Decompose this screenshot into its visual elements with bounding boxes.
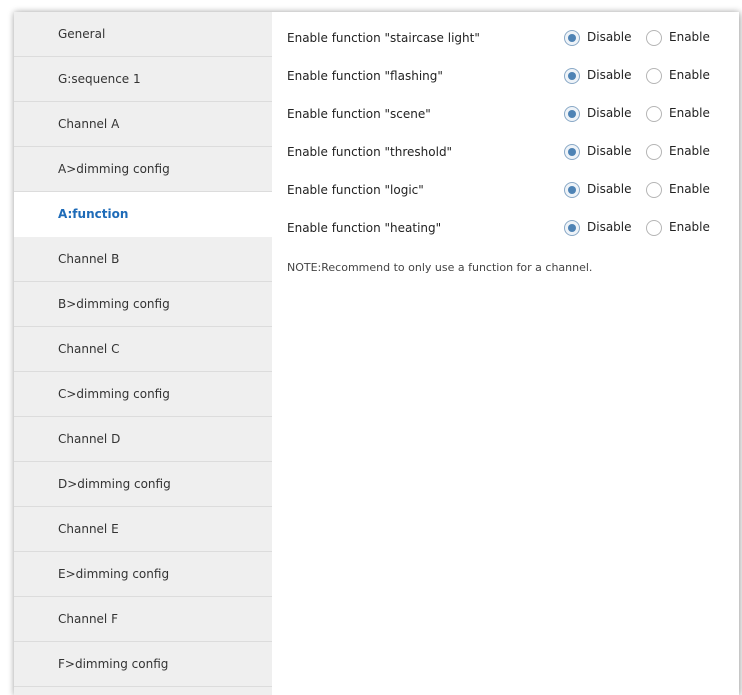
radio-unchecked-icon [646,106,662,122]
enable-radio[interactable]: Enable [646,141,714,165]
radio-unchecked-icon [646,30,662,46]
radio-label: Disable [587,68,632,82]
param-label: Enable function "scene" [287,107,431,121]
param-label: Enable function "staircase light" [287,31,480,45]
disable-radio[interactable]: Disable [564,27,644,51]
sidebar-item-channel-a[interactable]: Channel A [14,102,272,147]
sidebar-item-e-dimming-config[interactable]: E>dimming config [14,552,272,597]
radio-label: Enable [669,182,710,196]
param-row-flashing: Enable function "flashing" Disable Enabl… [272,65,739,89]
sidebar-item-b-dimming-config[interactable]: B>dimming config [14,282,272,327]
parameter-window: General G:sequence 1 Channel A A>dimming… [14,12,739,695]
radio-label: Enable [669,220,710,234]
sidebar: General G:sequence 1 Channel A A>dimming… [14,12,272,695]
sidebar-item-f-dimming-config[interactable]: F>dimming config [14,642,272,687]
enable-radio[interactable]: Enable [646,217,714,241]
param-row-heating: Enable function "heating" Disable Enable [272,217,739,241]
radio-checked-icon [564,220,580,236]
param-row-logic: Enable function "logic" Disable Enable [272,179,739,203]
sidebar-item-a-function[interactable]: A:function [14,192,272,237]
sidebar-item-g-sequence-1[interactable]: G:sequence 1 [14,57,272,102]
radio-label: Disable [587,30,632,44]
radio-label: Enable [669,106,710,120]
note-text: NOTE:Recommend to only use a function fo… [287,261,593,274]
radio-checked-icon [564,106,580,122]
disable-radio[interactable]: Disable [564,141,644,165]
radio-checked-icon [564,30,580,46]
enable-radio[interactable]: Enable [646,103,714,127]
sidebar-item-a-dimming-config[interactable]: A>dimming config [14,147,272,192]
sidebar-item-general[interactable]: General [14,12,272,57]
param-label: Enable function "threshold" [287,145,453,159]
radio-checked-icon [564,144,580,160]
disable-radio[interactable]: Disable [564,179,644,203]
param-row-scene: Enable function "scene" Disable Enable [272,103,739,127]
disable-radio[interactable]: Disable [564,65,644,89]
sidebar-item-channel-e[interactable]: Channel E [14,507,272,552]
radio-label: Disable [587,182,632,196]
parameter-panel: Enable function "staircase light" Disabl… [272,12,739,695]
radio-unchecked-icon [646,144,662,160]
radio-label: Enable [669,68,710,82]
param-label: Enable function "heating" [287,221,442,235]
radio-checked-icon [564,182,580,198]
disable-radio[interactable]: Disable [564,103,644,127]
param-row-threshold: Enable function "threshold" Disable Enab… [272,141,739,165]
sidebar-item-c-dimming-config[interactable]: C>dimming config [14,372,272,417]
sidebar-item-channel-d[interactable]: Channel D [14,417,272,462]
param-label: Enable function "flashing" [287,69,443,83]
radio-unchecked-icon [646,68,662,84]
sidebar-item-channel-b[interactable]: Channel B [14,237,272,282]
radio-unchecked-icon [646,220,662,236]
param-label: Enable function "logic" [287,183,424,197]
sidebar-item-d-dimming-config[interactable]: D>dimming config [14,462,272,507]
sidebar-item-channel-c[interactable]: Channel C [14,327,272,372]
sidebar-item-channel-f[interactable]: Channel F [14,597,272,642]
radio-unchecked-icon [646,182,662,198]
radio-label: Enable [669,144,710,158]
radio-checked-icon [564,68,580,84]
radio-label: Disable [587,144,632,158]
enable-radio[interactable]: Enable [646,65,714,89]
enable-radio[interactable]: Enable [646,179,714,203]
radio-label: Disable [587,106,632,120]
disable-radio[interactable]: Disable [564,217,644,241]
param-row-staircase-light: Enable function "staircase light" Disabl… [272,27,739,51]
enable-radio[interactable]: Enable [646,27,714,51]
radio-label: Enable [669,30,710,44]
radio-label: Disable [587,220,632,234]
